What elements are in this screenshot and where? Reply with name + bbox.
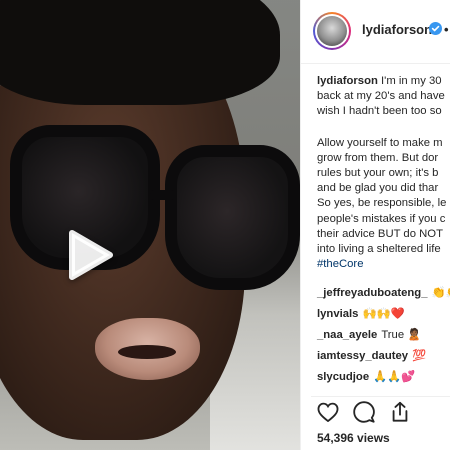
comment-icon xyxy=(353,400,375,428)
comment-username[interactable]: _naa_ayele xyxy=(317,329,377,341)
instagram-post: lydiaforson • lydiaforson I'm in my 30 b… xyxy=(0,0,450,450)
caption-line-1: lydiaforson I'm in my 30 xyxy=(317,74,450,89)
caption-line-7: and be glad you did thar xyxy=(317,182,439,195)
comment-username[interactable]: iamtessy_dautey xyxy=(317,350,408,362)
share-icon xyxy=(389,401,411,428)
comment-button[interactable] xyxy=(353,400,375,428)
video-player[interactable] xyxy=(0,0,300,450)
caption-line-5: grow from them. But dor xyxy=(317,151,439,164)
avatar-inner xyxy=(315,14,349,48)
caption-line-10: their advice BUT do NOT xyxy=(317,227,443,240)
hashtag-link[interactable]: #theCore xyxy=(317,257,450,272)
caption-line-8: So yes, be responsible, le xyxy=(317,197,447,210)
comment-row: iamtessy_dautey 💯 xyxy=(317,349,450,370)
play-button[interactable] xyxy=(60,226,120,286)
comment-username[interactable]: lynvials xyxy=(317,308,358,320)
share-button[interactable] xyxy=(389,401,411,428)
views-count: 54,396 views xyxy=(317,431,390,445)
avatar-photo xyxy=(317,16,347,46)
caption-line-6: rules but your own; it's b xyxy=(317,167,439,180)
comments-list: _jeffreyaduboateng_👏👏 lynvials 🙌🙌❤️ _naa_… xyxy=(317,286,450,391)
heart-icon xyxy=(317,402,339,427)
caption-line-9: people's mistakes if you c xyxy=(317,212,446,225)
comment-username[interactable]: slycudjoe xyxy=(317,371,369,383)
comment-username[interactable]: _jeffreyaduboateng_ xyxy=(317,287,428,299)
username-link[interactable]: lydiaforson xyxy=(362,22,432,37)
caption-line-2: back at my 20's and have xyxy=(317,90,445,103)
separator-dot: • xyxy=(444,22,449,37)
post-actions-bar xyxy=(311,396,450,426)
person-mouth xyxy=(118,345,176,359)
caption-line-4: Allow yourself to make m xyxy=(317,136,443,149)
post-details-panel: lydiaforson • lydiaforson I'm in my 30 b… xyxy=(300,0,450,450)
person-hair xyxy=(0,0,280,105)
comment-row: lynvials 🙌🙌❤️ xyxy=(317,307,450,328)
sunglasses-right-lens xyxy=(165,145,300,290)
caption-username[interactable]: lydiaforson xyxy=(317,75,378,87)
comment-row: slycudjoe 🙏🙏💕 xyxy=(317,370,450,391)
comment-text: True 🙎🏾 xyxy=(381,329,422,341)
caption-line-3: wish I hadn't been too so xyxy=(317,105,442,118)
post-caption: lydiaforson I'm in my 30 back at my 20's… xyxy=(317,74,450,272)
caption-text: I'm in my 30 xyxy=(377,75,442,87)
comment-text: 👏👏 xyxy=(431,287,450,299)
comment-row: _jeffreyaduboateng_👏👏 xyxy=(317,286,450,307)
post-header: lydiaforson • xyxy=(301,0,450,64)
avatar[interactable] xyxy=(313,12,351,50)
comment-text: 🙌🙌❤️ xyxy=(362,308,405,320)
comment-text: 💯 xyxy=(412,350,427,362)
like-button[interactable] xyxy=(317,402,339,427)
comment-text: 🙏🙏💕 xyxy=(373,371,416,383)
sunglasses-bridge xyxy=(150,190,175,200)
comment-row: _naa_ayele True 🙎🏾 xyxy=(317,328,450,349)
caption-line-11: into living a sheltered life xyxy=(317,243,441,256)
play-icon xyxy=(66,228,114,285)
caption-paragraph-gap xyxy=(317,120,450,136)
verified-badge-icon xyxy=(429,22,442,35)
